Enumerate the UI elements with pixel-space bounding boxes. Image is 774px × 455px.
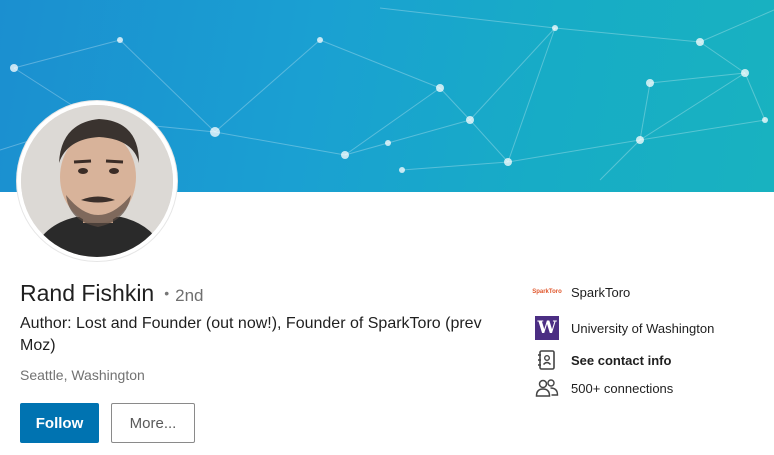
name-row: Rand Fishkin • 2nd xyxy=(20,280,204,307)
contact-card-icon xyxy=(535,348,559,372)
connections-count[interactable]: 500+ connections xyxy=(571,381,673,396)
more-button[interactable]: More... xyxy=(111,403,195,443)
sidebar-item-contact-info[interactable]: See contact info xyxy=(535,348,671,372)
profile-location: Seattle, Washington xyxy=(20,367,145,383)
separator-dot: • xyxy=(164,285,170,301)
sidebar-item-company[interactable]: SparkToro SparkToro xyxy=(532,280,631,304)
company-name: SparkToro xyxy=(571,284,631,300)
avatar xyxy=(21,105,173,257)
school-name: University of Washington xyxy=(571,320,715,336)
connection-degree: 2nd xyxy=(175,286,204,305)
sidebar-item-connections[interactable]: 500+ connections xyxy=(535,376,673,400)
sidebar-item-school[interactable]: W University of Washington xyxy=(535,316,714,340)
profile-headline: Author: Lost and Founder (out now!), Fou… xyxy=(20,315,482,354)
avatar-portrait xyxy=(21,105,173,257)
sparktoro-logo: SparkToro xyxy=(532,280,562,304)
see-contact-info-link[interactable]: See contact info xyxy=(571,353,671,368)
people-icon xyxy=(535,376,559,400)
sparktoro-logo-text: SparkToro xyxy=(532,289,562,295)
follow-button[interactable]: Follow xyxy=(20,403,99,443)
profile-photo[interactable] xyxy=(17,101,177,261)
profile-name: Rand Fishkin xyxy=(20,280,155,306)
university-of-washington-logo: W xyxy=(535,316,559,340)
